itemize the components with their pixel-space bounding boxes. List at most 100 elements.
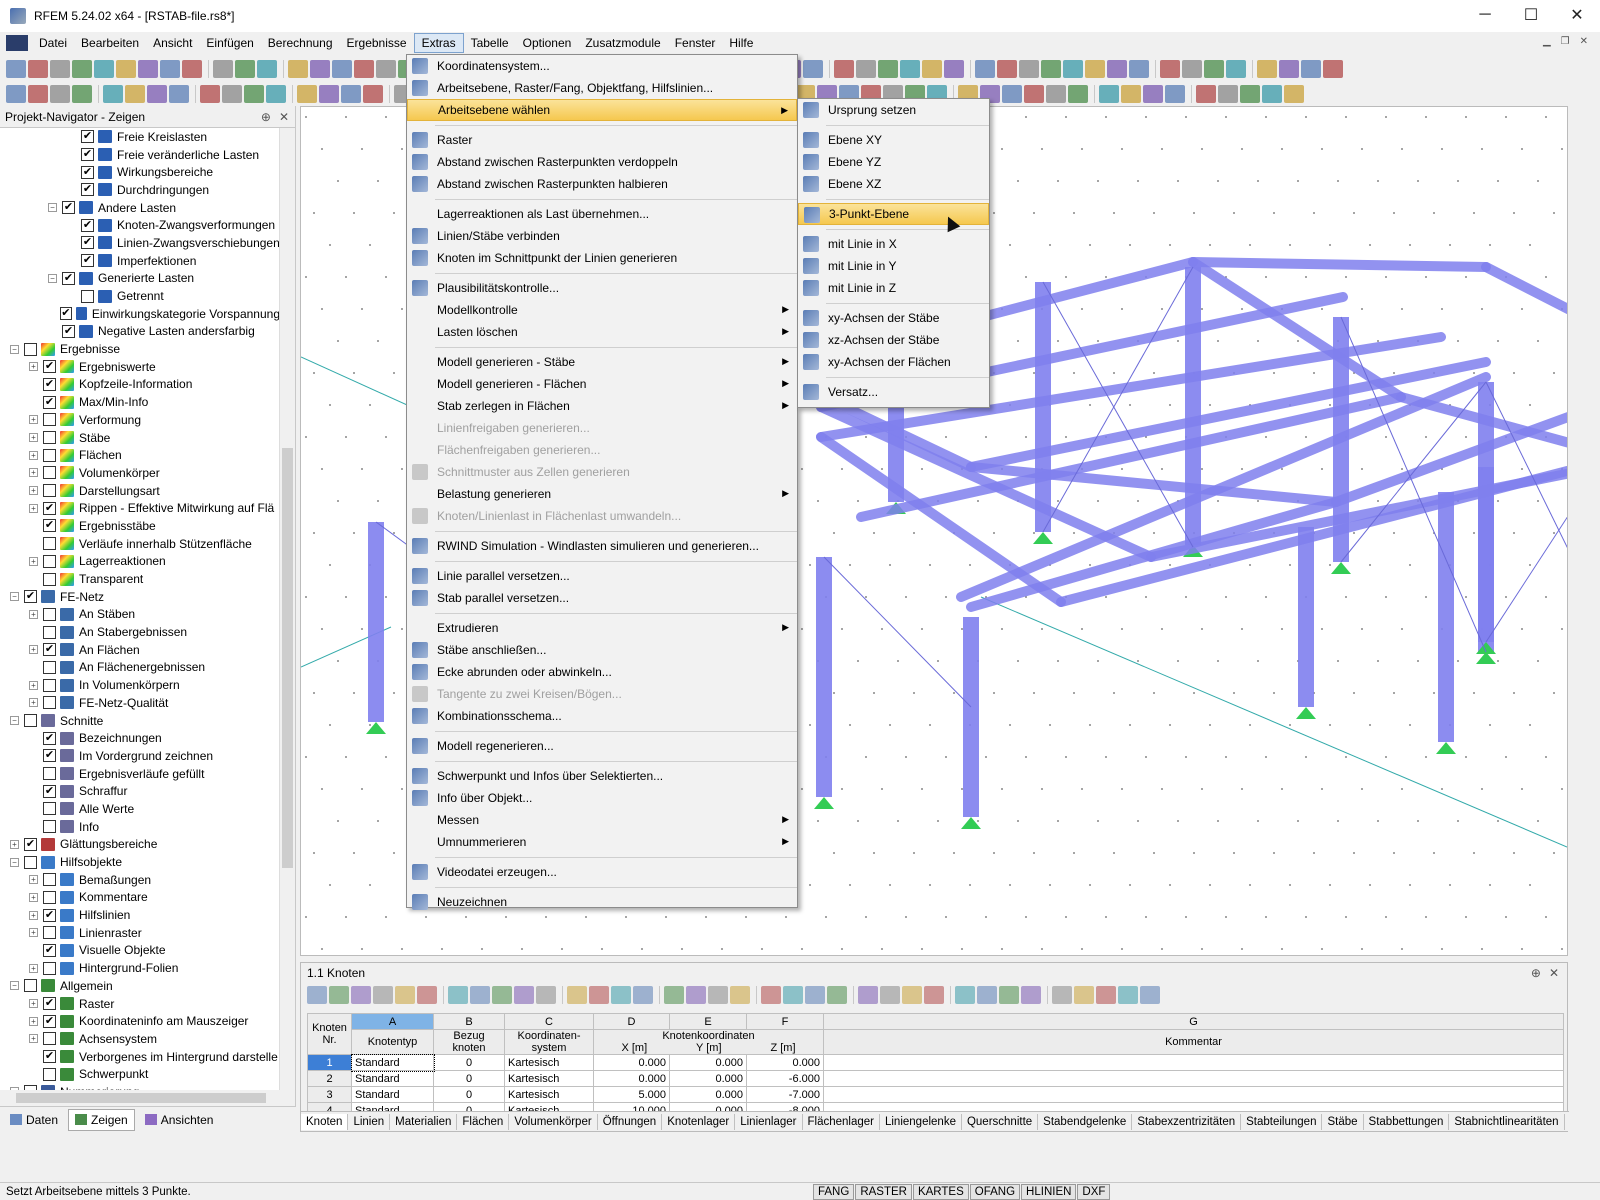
- tree-checkbox[interactable]: ✔: [43, 784, 56, 798]
- table-tool-icon[interactable]: [1021, 986, 1041, 1004]
- status-toggle-hlinien[interactable]: HLINIEN: [1021, 1184, 1077, 1200]
- tree-item[interactable]: + ✔ An Flächen: [0, 641, 280, 659]
- tree-item[interactable]: ✔ Imperfektionen: [0, 252, 280, 270]
- toolbar-button-icon[interactable]: [1121, 85, 1141, 103]
- table-tool-icon[interactable]: [977, 986, 997, 1004]
- tree-checkbox[interactable]: ✔: [81, 254, 94, 268]
- tree-expander-icon[interactable]: +: [29, 645, 38, 655]
- toolbar-button-icon[interactable]: [319, 85, 339, 103]
- menu-item[interactable]: mit Linie in Y: [798, 255, 989, 277]
- menu-bearbeiten[interactable]: Bearbeiten: [74, 34, 146, 52]
- menu-item[interactable]: Modell generieren - Stäbe ▶: [407, 351, 797, 373]
- menu-hilfe[interactable]: Hilfe: [722, 34, 760, 52]
- tree-checkbox[interactable]: ✔: [62, 271, 75, 285]
- toolbar-button-icon[interactable]: [341, 85, 361, 103]
- tree-checkbox[interactable]: [43, 678, 56, 692]
- menu-ansicht[interactable]: Ansicht: [146, 34, 199, 52]
- cell-y[interactable]: 0.000: [669, 1054, 747, 1071]
- table-tool-icon[interactable]: [924, 986, 944, 1004]
- menu-zusatzmodule[interactable]: Zusatzmodule: [578, 34, 667, 52]
- toolbar-button-icon[interactable]: [288, 60, 308, 78]
- cell-koordsystem[interactable]: Kartesisch: [504, 1070, 594, 1087]
- cell-kommentar[interactable]: [823, 1054, 1564, 1071]
- toolbar-button-icon[interactable]: [266, 85, 286, 103]
- tree-item[interactable]: ✔ Bezeichnungen: [0, 729, 280, 747]
- tree-item[interactable]: + FE-Netz-Qualität: [0, 694, 280, 712]
- beam-member[interactable]: [1188, 257, 1491, 272]
- cell-koordsystem[interactable]: Kartesisch: [504, 1054, 594, 1071]
- tree-item[interactable]: Verläufe innerhalb Stützenfläche: [0, 535, 280, 553]
- toolbar-button-icon[interactable]: [1196, 85, 1216, 103]
- tree-checkbox[interactable]: ✔: [81, 183, 94, 197]
- toolbar-button-icon[interactable]: [50, 85, 70, 103]
- close-button[interactable]: ✕: [1554, 0, 1600, 30]
- tree-item[interactable]: − Schnitte: [0, 712, 280, 730]
- menu-item[interactable]: Abstand zwischen Rasterpunkten halbieren: [407, 173, 797, 195]
- pin-icon[interactable]: ⊕: [1531, 966, 1541, 980]
- toolbar-button-icon[interactable]: [213, 60, 233, 78]
- tree-item[interactable]: + ✔ Koordinateninfo am Mauszeiger: [0, 1012, 280, 1030]
- toolbar-button-icon[interactable]: [1068, 85, 1088, 103]
- table-tool-icon[interactable]: [514, 986, 534, 1004]
- sheet-tab[interactable]: Stabendgelenke: [1038, 1113, 1133, 1130]
- table-tool-icon[interactable]: [955, 986, 975, 1004]
- sheet-tab[interactable]: Knotenlager: [662, 1113, 736, 1130]
- status-toggle-raster[interactable]: RASTER: [855, 1184, 912, 1200]
- toolbar-button-icon[interactable]: [1143, 85, 1163, 103]
- rfem-logo-icon[interactable]: [6, 35, 28, 51]
- cell-x[interactable]: 0.000: [593, 1054, 670, 1071]
- menu-optionen[interactable]: Optionen: [516, 34, 579, 52]
- toolbar-button-icon[interactable]: [72, 85, 92, 103]
- row-number[interactable]: 2: [307, 1070, 352, 1087]
- tree-checkbox[interactable]: [43, 767, 56, 781]
- tree-item[interactable]: ✔ Freie Kreislasten: [0, 128, 280, 146]
- mdi-close-icon[interactable]: ✕: [1580, 36, 1588, 47]
- tree-checkbox[interactable]: ✔: [62, 324, 75, 338]
- toolbar-button-icon[interactable]: [125, 85, 145, 103]
- cell-kommentar[interactable]: [823, 1086, 1564, 1103]
- cell-y[interactable]: 0.000: [669, 1070, 747, 1087]
- tree-checkbox[interactable]: ✔: [43, 908, 56, 922]
- toolbar-button-icon[interactable]: [975, 60, 995, 78]
- cell-y[interactable]: 0.000: [669, 1086, 747, 1103]
- toolbar-button-icon[interactable]: [1019, 60, 1039, 78]
- table-tool-icon[interactable]: [1140, 986, 1160, 1004]
- menu-tabelle[interactable]: Tabelle: [464, 34, 516, 52]
- cell-x[interactable]: 5.000: [593, 1086, 670, 1103]
- toolbar-button-icon[interactable]: [244, 85, 264, 103]
- col-letter[interactable]: D: [593, 1013, 670, 1030]
- menu-item[interactable]: Belastung generieren ▶: [407, 483, 797, 505]
- toolbar-button-icon[interactable]: [235, 60, 255, 78]
- toolbar-button-icon[interactable]: [1226, 60, 1246, 78]
- tree-checkbox[interactable]: [43, 1032, 56, 1046]
- menu-fenster[interactable]: Fenster: [668, 34, 723, 52]
- menu-item[interactable]: Stäbe anschließen...: [407, 639, 797, 661]
- menu-item[interactable]: Raster: [407, 129, 797, 151]
- tree-checkbox[interactable]: ✔: [43, 749, 56, 763]
- table-tool-icon[interactable]: [492, 986, 512, 1004]
- toolbar-button-icon[interactable]: [803, 60, 823, 78]
- toolbar-button-icon[interactable]: [1323, 60, 1343, 78]
- toolbar-button-icon[interactable]: [922, 60, 942, 78]
- toolbar-button-icon[interactable]: [200, 85, 220, 103]
- toolbar-button-icon[interactable]: [222, 85, 242, 103]
- toolbar-button-icon[interactable]: [297, 85, 317, 103]
- tree-item[interactable]: − ✔ Generierte Lasten: [0, 270, 280, 288]
- menu-item[interactable]: Knoten im Schnittpunkt der Linien generi…: [407, 247, 797, 269]
- tree-item[interactable]: An Flächenergebnissen: [0, 659, 280, 677]
- tree-checkbox[interactable]: [24, 342, 37, 356]
- menu-item[interactable]: Extrudieren ▶: [407, 617, 797, 639]
- tree-checkbox[interactable]: [43, 802, 56, 816]
- table-tool-icon[interactable]: [686, 986, 706, 1004]
- tree-expander-icon[interactable]: +: [29, 362, 38, 372]
- toolbar-button-icon[interactable]: [1257, 60, 1277, 78]
- sheet-tab[interactable]: Linien: [348, 1113, 391, 1130]
- column-member[interactable]: [816, 557, 832, 797]
- tree-item[interactable]: + An Stäben: [0, 606, 280, 624]
- tree-expander-icon[interactable]: −: [48, 203, 57, 213]
- col-letter[interactable]: A: [351, 1013, 434, 1030]
- toolbar-button-icon[interactable]: [944, 60, 964, 78]
- table-tool-icon[interactable]: [417, 986, 437, 1004]
- status-toggle-kartes[interactable]: KARTES: [912, 1184, 969, 1200]
- toolbar-button-icon[interactable]: [376, 60, 396, 78]
